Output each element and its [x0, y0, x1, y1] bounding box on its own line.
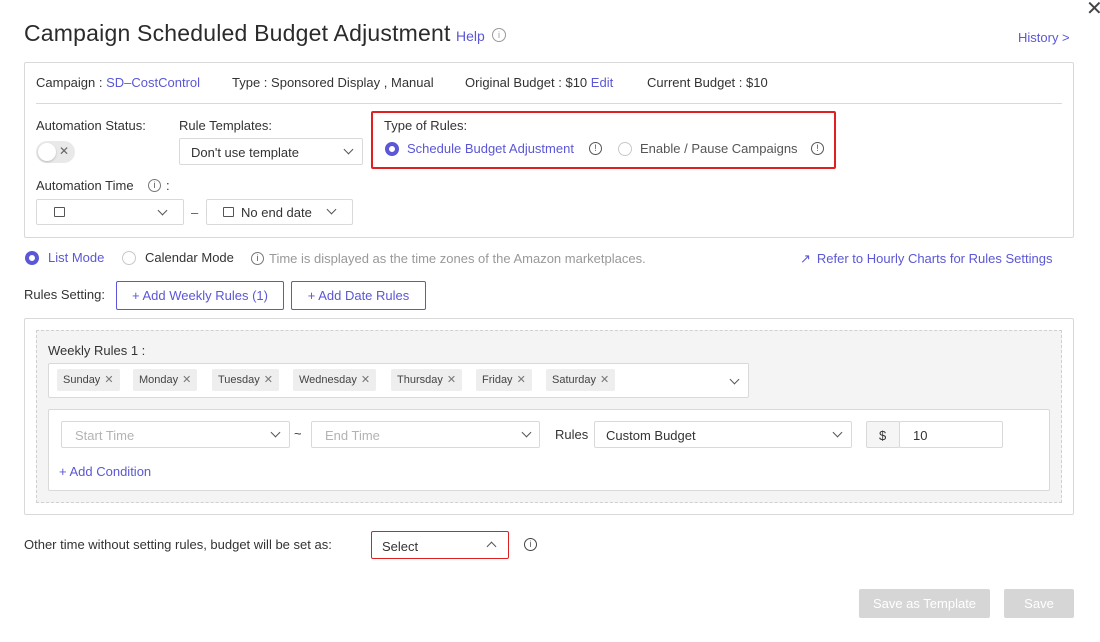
end-time-select[interactable]: End Time: [311, 421, 540, 448]
list-mode-option[interactable]: List Mode: [48, 250, 104, 265]
start-time-select[interactable]: Start Time: [61, 421, 290, 448]
campaign-label: Campaign :: [36, 75, 103, 90]
campaign-info: Campaign : SD–CostControl: [36, 75, 200, 90]
edit-budget-link[interactable]: Edit: [591, 75, 613, 90]
chevron-down-icon: [343, 144, 354, 155]
currency-symbol: $: [879, 428, 887, 443]
enable-pause-option[interactable]: Enable / Pause Campaigns: [640, 141, 798, 156]
type-label: Type :: [232, 75, 268, 90]
page-title: Campaign Scheduled Budget Adjustment: [24, 20, 451, 46]
calendar-mode-radio[interactable]: [122, 251, 136, 265]
original-budget-label: Original Budget :: [465, 75, 562, 90]
campaign-name-link[interactable]: SD–CostControl: [106, 75, 200, 90]
day-tag-friday: Friday ✕: [476, 369, 532, 391]
info-icon: i: [492, 28, 506, 42]
other-time-label: Other time without setting rules, budget…: [24, 537, 332, 552]
chevron-down-icon: [832, 427, 843, 438]
save-as-template-button[interactable]: Save as Template: [859, 589, 990, 618]
info-icon: i: [251, 252, 264, 265]
add-weekly-rules-button[interactable]: + Add Weekly Rules (1): [116, 281, 284, 310]
current-budget-value: $10: [746, 75, 768, 90]
chevron-up-icon: [486, 541, 497, 552]
remove-tag-icon[interactable]: ✕: [447, 374, 456, 386]
date-range-separator: –: [191, 205, 199, 220]
day-tag-monday: Monday ✕: [133, 369, 198, 391]
campaign-type: Type : Sponsored Display , Manual: [232, 75, 434, 90]
calendar-icon: [223, 207, 234, 217]
info-icon: i: [524, 538, 537, 551]
help-link[interactable]: Help: [456, 28, 485, 44]
currency-addon: $: [866, 421, 900, 448]
end-date-picker[interactable]: No end date: [206, 199, 353, 225]
chevron-down-icon: [157, 205, 168, 216]
day-tag-sunday: Sunday ✕: [57, 369, 120, 391]
rule-template-value: Don't use template: [191, 145, 299, 160]
chevron-down-icon: [729, 374, 740, 385]
budget-amount-value: 10: [913, 428, 928, 443]
remove-tag-icon[interactable]: ✕: [182, 374, 191, 386]
default-budget-value: Select: [382, 539, 419, 554]
automation-time-colon: :: [166, 178, 170, 193]
calendar-mode-option[interactable]: Calendar Mode: [145, 250, 234, 265]
current-budget-label: Current Budget :: [647, 75, 743, 90]
chevron-down-icon: [326, 204, 337, 215]
rule-templates-label: Rule Templates:: [179, 118, 272, 133]
automation-time-label: Automation Time: [36, 178, 134, 193]
toggle-knob: [38, 143, 56, 161]
history-link[interactable]: History >: [1018, 30, 1070, 45]
timezone-note: Time is displayed as the time zones of t…: [269, 251, 646, 266]
info-icon: !: [811, 142, 824, 155]
list-mode-radio[interactable]: [25, 251, 39, 265]
schedule-budget-radio[interactable]: [385, 142, 399, 156]
hourly-charts-label: Refer to Hourly Charts for Rules Setting…: [816, 251, 1053, 266]
add-date-rules-button[interactable]: + Add Date Rules: [291, 281, 426, 310]
close-icon[interactable]: ✕: [1086, 0, 1100, 21]
save-button[interactable]: Save: [1004, 589, 1074, 618]
rule-template-select[interactable]: Don't use template: [179, 138, 363, 165]
remove-tag-icon[interactable]: ✕: [517, 374, 526, 386]
time-range-separator: ~: [294, 426, 302, 441]
remove-tag-icon[interactable]: ✕: [264, 374, 273, 386]
remove-tag-icon[interactable]: ✕: [104, 374, 113, 386]
rule-type-value: Custom Budget: [606, 428, 696, 443]
remove-tag-icon[interactable]: ✕: [600, 374, 609, 386]
original-budget-value: $10: [565, 75, 588, 90]
info-icon: i: [148, 179, 161, 192]
type-value: Sponsored Display , Manual: [271, 75, 434, 90]
end-time-placeholder: End Time: [325, 428, 380, 443]
end-date-value: No end date: [241, 205, 312, 220]
schedule-budget-option[interactable]: Schedule Budget Adjustment: [407, 141, 574, 156]
info-icon: !: [589, 142, 602, 155]
current-budget: Current Budget : $10: [647, 75, 768, 90]
toggle-off-icon: ✕: [59, 144, 70, 158]
chevron-down-icon: [521, 427, 532, 438]
day-tag-saturday: Saturday ✕: [546, 369, 616, 391]
enable-pause-radio[interactable]: [618, 142, 632, 156]
divider: [36, 103, 1062, 104]
chevron-down-icon: [270, 427, 281, 438]
start-date-picker[interactable]: [36, 199, 184, 225]
budget-amount-input[interactable]: 10: [899, 421, 1003, 448]
automation-status-label: Automation Status:: [36, 118, 146, 133]
day-tag-thursday: Thursday ✕: [391, 369, 463, 391]
hourly-charts-link[interactable]: ↗ Refer to Hourly Charts for Rules Settin…: [800, 251, 1052, 267]
start-time-placeholder: Start Time: [75, 428, 135, 443]
day-tag-wednesday: Wednesday ✕: [293, 369, 377, 391]
remove-tag-icon[interactable]: ✕: [361, 374, 370, 386]
day-tag-tuesday: Tuesday ✕: [212, 369, 280, 391]
default-budget-select[interactable]: Select: [371, 531, 509, 559]
rule-type-select[interactable]: Custom Budget: [594, 421, 852, 448]
type-of-rules-label: Type of Rules:: [384, 118, 468, 133]
trend-icon: ↗: [800, 251, 811, 266]
rules-setting-label: Rules Setting:: [24, 287, 105, 302]
weekly-rule-title: Weekly Rules 1 :: [48, 343, 146, 358]
add-condition-button[interactable]: + Add Condition: [59, 464, 151, 479]
calendar-icon: [54, 207, 65, 217]
rules-label: Rules: [555, 427, 589, 442]
original-budget: Original Budget : $10 Edit: [465, 75, 613, 90]
